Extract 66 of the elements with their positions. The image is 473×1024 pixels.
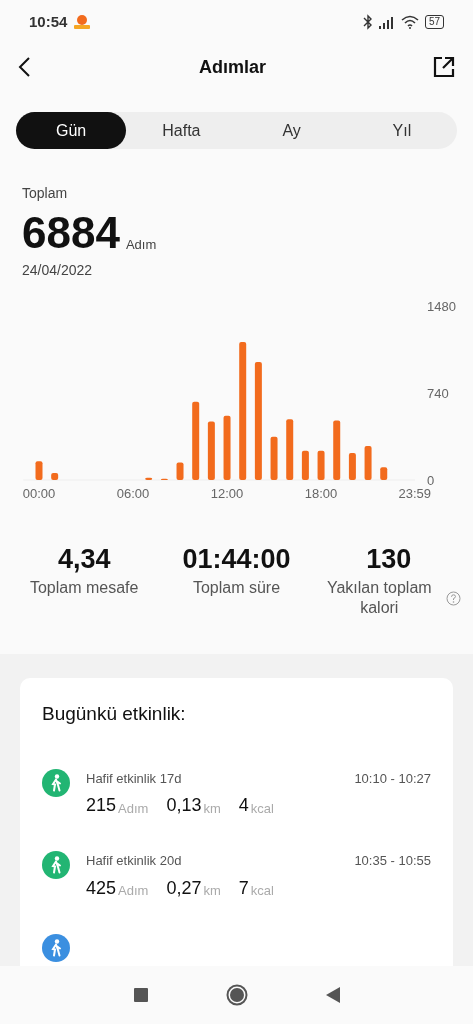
date-label: 24/04/2022: [22, 261, 94, 280]
activity-time: 10:10 - 10:27: [354, 769, 431, 788]
page-title: Adımlar: [199, 55, 266, 79]
activity-time: 10:35 - 10:55: [354, 852, 431, 870]
clock: 10:54: [29, 11, 68, 32]
stat-label: Toplam süre: [192, 578, 281, 598]
chart-bar: [176, 462, 184, 480]
chart-bar: [333, 420, 341, 480]
share-icon[interactable]: [432, 55, 456, 79]
activity-calories: 4: [238, 794, 249, 817]
distance-unit: km: [203, 799, 221, 818]
total-label: Toplam: [22, 184, 69, 203]
chart-bar: [286, 419, 294, 480]
y-axis-label: 0: [427, 473, 435, 488]
steps-unit: Adım: [118, 882, 149, 900]
recents-icon[interactable]: [133, 988, 148, 1002]
signal-icon: [378, 15, 395, 29]
activity-distance: 0,27: [166, 876, 202, 900]
help-icon[interactable]: [446, 590, 462, 606]
chart-bar: [317, 450, 325, 480]
chart-bar: [380, 467, 388, 480]
chart-bar: [270, 436, 278, 480]
step-count: 6884: [22, 208, 120, 258]
back-nav-icon[interactable]: [325, 987, 340, 1003]
period-tab[interactable]: Hafta: [126, 112, 237, 149]
battery-indicator: 57: [424, 15, 444, 29]
step-unit: Adım: [125, 235, 157, 254]
stat-value: 130: [366, 543, 412, 576]
wifi-icon: [400, 15, 419, 29]
chart-bar: [301, 450, 309, 480]
activity-steps: 425: [86, 874, 117, 902]
activity-calories: 7: [238, 876, 249, 900]
stat-value: 01:44:00: [182, 543, 291, 576]
back-icon[interactable]: [17, 55, 33, 79]
activity-title: Bugünkü etkinlik:: [42, 702, 187, 726]
x-axis-label: 12:00: [210, 486, 244, 501]
y-axis-label: 1480: [427, 299, 456, 314]
stat-label: Toplam mesafe: [29, 578, 139, 598]
distance-unit: km: [203, 882, 221, 900]
calories-unit: kcal: [250, 882, 274, 900]
period-tab[interactable]: Gün: [16, 112, 127, 149]
stat-value: 4,34: [57, 543, 111, 576]
chart-bar: [348, 453, 356, 480]
notification-icon: [73, 14, 92, 30]
x-axis-label: 23:59: [398, 486, 432, 501]
home-icon[interactable]: [225, 984, 248, 1006]
x-axis-label: 06:00: [116, 486, 150, 501]
stat-label: Yakılan toplam kalori: [326, 578, 433, 618]
activity-steps: 215: [86, 792, 117, 819]
chart-bar: [51, 473, 59, 480]
period-tab[interactable]: Ay: [236, 112, 347, 149]
chart-bar: [364, 446, 372, 480]
calories-unit: kcal: [250, 799, 274, 818]
chart-bar: [207, 421, 215, 480]
x-axis-label: 00:00: [22, 486, 56, 501]
chart-bar: [145, 477, 153, 480]
chart-bar: [35, 461, 43, 480]
activity-name: Hafif etkinlik 20d: [86, 852, 182, 870]
chart-bar: [223, 415, 231, 480]
x-axis-label: 18:00: [304, 486, 338, 501]
y-axis-label: 740: [427, 385, 449, 401]
bluetooth-icon: [362, 14, 373, 30]
activity-name: Hafif etkinlik 17d: [86, 769, 182, 788]
steps-unit: Adım: [118, 799, 149, 818]
period-tab[interactable]: Yıl: [346, 112, 457, 149]
activity-distance: 0,13: [166, 794, 202, 817]
